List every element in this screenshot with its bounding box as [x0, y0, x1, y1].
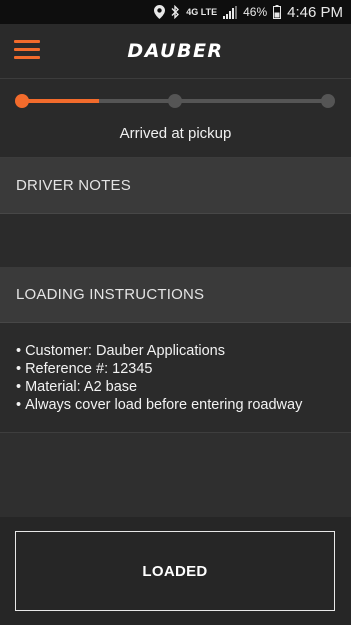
loading-instructions-header: LOADING INSTRUCTIONS — [0, 267, 351, 323]
battery-percent: 46% — [243, 5, 268, 19]
driver-notes-title: DRIVER NOTES — [16, 177, 131, 194]
loaded-button[interactable]: LOADED — [15, 531, 335, 611]
bluetooth-icon — [171, 5, 180, 19]
trip-progress: Arrived at pickup — [0, 79, 351, 158]
app-bar: DAUBER — [0, 24, 351, 79]
app-logo: DAUBER — [127, 40, 224, 62]
progress-step-2 — [168, 94, 182, 108]
progress-step-1 — [15, 94, 29, 108]
list-item: • Reference #: 12345 — [16, 361, 153, 377]
location-icon — [154, 5, 166, 19]
status-bar: 4G LTE 46% 4:46 PM — [0, 0, 351, 24]
empty-area — [0, 433, 351, 517]
loading-instructions-body: • Customer: Dauber Applications • Referenc… — [0, 324, 351, 432]
progress-step-3 — [321, 94, 335, 108]
instructions-list: • Customer: Dauber Applications • Referenc… — [0, 324, 351, 414]
list-item: • Customer: Dauber Applications — [16, 343, 225, 359]
progress-track — [15, 94, 335, 108]
driver-notes-body — [0, 215, 351, 267]
list-item: • Always cover load before entering roadw… — [16, 397, 303, 413]
footer: LOADED — [0, 517, 351, 625]
clock-time: 4:46 PM — [287, 3, 343, 21]
loading-instructions-title: LOADING INSTRUCTIONS — [16, 286, 205, 303]
network-icon: 4G LTE — [186, 7, 218, 17]
signal-icon — [223, 5, 238, 19]
list-item: • Material: A2 base — [16, 379, 138, 395]
progress-status-label: Arrived at pickup — [119, 125, 232, 142]
driver-notes-header: DRIVER NOTES — [0, 158, 351, 214]
progress-fill — [22, 99, 99, 103]
battery-icon — [273, 5, 282, 19]
